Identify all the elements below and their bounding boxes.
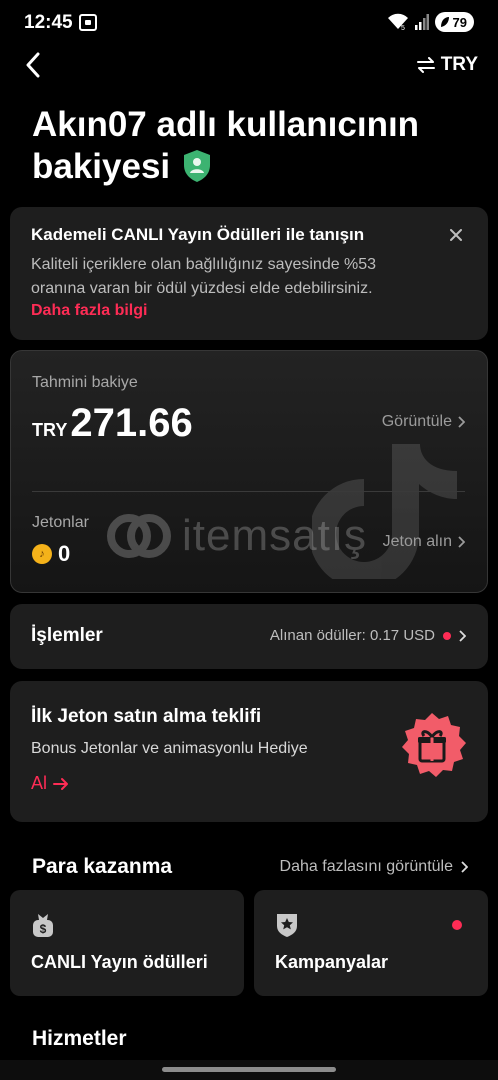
arrow-right-icon [53,777,69,790]
live-rewards-label: CANLI Yayın ödülleri [31,952,208,972]
wifi-icon: 5 [387,13,408,31]
back-button[interactable] [18,50,48,80]
coins-row: ♪ 0 [32,541,70,567]
promo-card: Kademeli CANLI Yayın Ödülleri ile tanışı… [10,207,488,340]
chevron-right-icon [461,861,468,873]
campaigns-tile[interactable]: Kampanyalar [254,890,488,996]
tiktok-logo-icon [312,444,457,579]
signal-icon [414,14,429,30]
rewards-received: Alınan ödüller: 0.17 USD [269,627,435,644]
swap-arrows-icon [416,57,435,73]
learn-more-link[interactable]: Daha fazla bilgi [31,302,147,320]
services-title: Hizmetler [32,1027,127,1050]
balance-label: Tahmini bakiye [32,374,138,391]
monetization-title: Para kazanma [32,855,173,878]
campaigns-label: Kampanyalar [275,952,389,972]
live-rewards-tile[interactable]: $ CANLI Yayın ödülleri [10,890,244,996]
svg-text:5: 5 [401,25,405,31]
view-balance-label: Görüntüle [381,413,452,430]
top-nav: TRY [0,46,498,86]
svg-text:$: $ [40,922,47,936]
balance-currency: TRY [32,420,68,440]
promo-title: Kademeli CANLI Yayın Ödülleri ile tanışı… [31,225,365,244]
buy-coins-link[interactable]: Jeton alın [383,533,465,551]
currency-switch-button[interactable]: TRY [416,54,478,76]
coin-icon: ♪ [32,544,52,564]
status-icons: 5 79 [387,12,474,32]
chevron-right-icon [459,629,466,642]
offer-title: İlk Jeton satın alma teklifi [31,706,262,727]
notification-dot [452,920,462,930]
balance-value: 271.66 [70,401,193,445]
balance-amount: TRY 271.66 [32,401,193,446]
offer-desc: Bonus Jetonlar ve animasyonlu Hediye [31,740,308,757]
divider [32,491,465,492]
transactions-title: İşlemler [31,625,103,646]
screen-record-icon [79,14,97,31]
status-bar: 12:45 5 79 [0,0,498,46]
chevron-right-icon [458,536,465,548]
promo-body: Kaliteli içeriklere olan bağlılığınız sa… [31,256,377,297]
transactions-summary: Alınan ödüller: 0.17 USD [270,627,466,644]
buy-coins-label: Jeton alın [382,533,452,550]
transactions-row[interactable]: İşlemler Alınan ödüller: 0.17 USD [10,604,488,669]
view-more-link[interactable]: Daha fazlasını görüntüle [280,858,468,876]
buy-offer-link[interactable]: Al [31,773,69,794]
page-title-line2: bakiyesi [32,146,472,188]
close-button[interactable] [444,223,468,247]
page-title: Akın07 adlı kullanıcının bakiyesi [32,104,472,188]
page-title-line1: Akın07 adlı kullanıcının [32,105,420,144]
leaf-icon [440,17,449,27]
balance-card: Tahmini bakiye TRY 271.66 Görüntüle item… [10,350,488,593]
shield-user-icon [184,150,211,182]
watermark-logo-icon [107,514,171,558]
chevron-left-icon [26,52,40,78]
view-balance-link[interactable]: Görüntüle [382,413,465,431]
view-more-label: Daha fazlasını görüntüle [279,858,453,875]
close-icon [450,229,462,241]
page-title-line2-text: bakiyesi [32,147,171,186]
offer-card[interactable]: İlk Jeton satın alma teklifi Bonus Jeton… [10,681,488,822]
status-time: 12:45 [24,12,73,33]
notification-dot [443,631,451,640]
star-badge-icon [277,914,297,937]
battery-level: 79 [452,14,467,30]
buy-offer-label: Al [31,773,48,793]
chevron-right-icon [458,416,465,428]
coins-value: 0 [58,541,71,566]
gift-icon [402,713,466,777]
home-indicator[interactable] [162,1067,336,1072]
currency-label: TRY [440,54,478,75]
money-bag-icon: $ [33,914,53,937]
battery-icon: 79 [434,12,474,32]
coins-label: Jetonlar [32,514,89,531]
